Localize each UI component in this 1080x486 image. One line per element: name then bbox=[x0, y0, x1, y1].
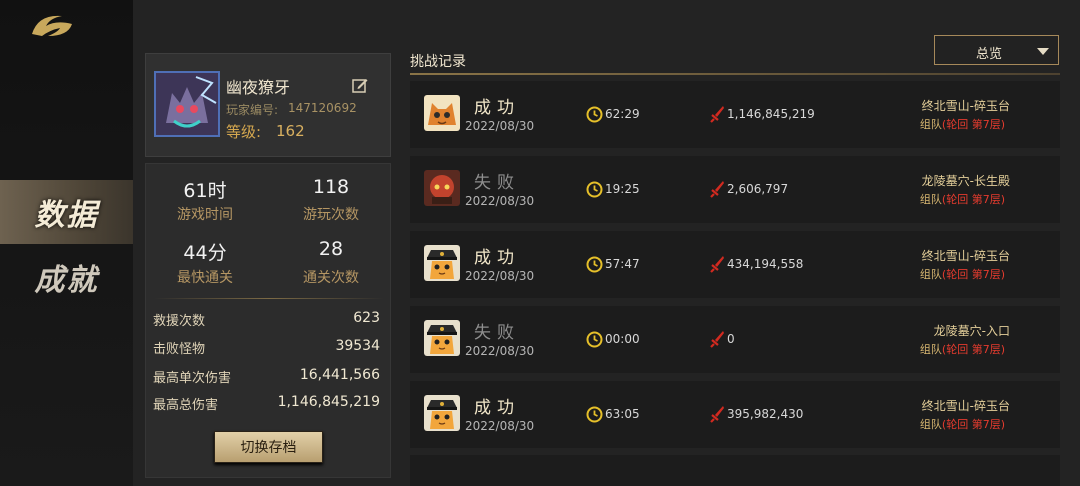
record-damage: 2,606,797 bbox=[727, 182, 789, 196]
player-level-value: 162 bbox=[276, 122, 305, 140]
record-team-mode: 组队(轮回 第7层) bbox=[919, 118, 1005, 131]
record-location: 龙陵墓穴-长生殿 bbox=[921, 174, 1010, 188]
record-damage: 395,982,430 bbox=[727, 407, 804, 421]
sidebar: 数据 成就 bbox=[0, 0, 133, 486]
play-time-value: 61时 bbox=[183, 180, 227, 202]
record-team-mode: 组队(轮回 第7层) bbox=[919, 343, 1005, 356]
record-date: 2022/08/30 bbox=[465, 269, 535, 283]
max-total-damage-value: 1,146,845,219 bbox=[277, 394, 380, 410]
chevron-down-icon bbox=[1037, 48, 1049, 55]
play-count-label: 游玩次数 bbox=[303, 207, 359, 223]
switch-save-button[interactable]: 切换存档 bbox=[214, 431, 323, 463]
sword-damage-icon bbox=[710, 256, 724, 273]
record-date: 2022/08/30 bbox=[465, 119, 535, 133]
record-duration: 63:05 bbox=[605, 407, 640, 421]
character-avatar bbox=[424, 320, 460, 356]
character-avatar bbox=[424, 95, 460, 131]
max-single-damage-label: 最高单次伤害 bbox=[153, 371, 232, 386]
player-avatar[interactable] bbox=[154, 71, 220, 137]
record-result: 成功 bbox=[474, 98, 520, 118]
profile-card: 幽夜獠牙 玩家编号: 147120692 等级: 162 bbox=[145, 53, 391, 157]
clock-icon bbox=[586, 256, 603, 273]
record-row[interactable]: 失败 2022/08/30 00:00 0 龙陵墓穴-入口 组队(轮回 第7层) bbox=[410, 306, 1060, 373]
sword-damage-icon bbox=[710, 406, 724, 423]
game-logo-icon bbox=[32, 15, 72, 36]
play-time-label: 游戏时间 bbox=[177, 207, 233, 223]
record-duration: 00:00 bbox=[605, 332, 640, 346]
clock-icon bbox=[586, 181, 603, 198]
play-count-value: 118 bbox=[312, 176, 350, 198]
record-team-mode: 组队(轮回 第7层) bbox=[919, 193, 1005, 206]
clock-icon bbox=[586, 106, 603, 123]
record-result: 成功 bbox=[474, 398, 520, 418]
nav-tab-data[interactable]: 数据 bbox=[0, 180, 133, 244]
record-date: 2022/08/30 bbox=[465, 419, 535, 433]
clear-count-value: 28 bbox=[318, 238, 344, 260]
max-total-damage-label: 最高总伤害 bbox=[153, 398, 219, 413]
record-result: 失败 bbox=[474, 323, 520, 343]
record-date: 2022/08/30 bbox=[465, 194, 535, 208]
sword-damage-icon bbox=[710, 331, 724, 348]
record-duration: 62:29 bbox=[605, 107, 640, 121]
record-location: 终北雪山-碎玉台 bbox=[921, 249, 1010, 263]
character-avatar bbox=[424, 170, 460, 206]
record-row-partial[interactable] bbox=[410, 455, 1060, 486]
records-filter-dropdown[interactable]: 总览 bbox=[934, 35, 1059, 65]
monsters-defeated-label: 击败怪物 bbox=[153, 342, 206, 357]
record-result: 失败 bbox=[474, 173, 520, 193]
character-avatar bbox=[424, 245, 460, 281]
clock-icon bbox=[586, 406, 603, 423]
record-location: 终北雪山-碎玉台 bbox=[921, 99, 1010, 113]
character-avatar bbox=[424, 395, 460, 431]
max-single-damage-value: 16,441,566 bbox=[299, 367, 380, 383]
record-row[interactable]: 成功 2022/08/30 63:05 395,982,430 终北雪山-碎玉台… bbox=[410, 381, 1060, 448]
player-id-value: 147120692 bbox=[288, 101, 357, 115]
fastest-clear-value: 44分 bbox=[183, 242, 227, 264]
nav-tab-achievements[interactable]: 成就 bbox=[0, 245, 133, 309]
record-damage: 434,194,558 bbox=[727, 257, 804, 271]
record-result: 成功 bbox=[474, 248, 520, 268]
record-location: 终北雪山-碎玉台 bbox=[921, 399, 1010, 413]
edit-icon[interactable] bbox=[352, 77, 368, 93]
record-row[interactable]: 成功 2022/08/30 57:47 434,194,558 终北雪山-碎玉台… bbox=[410, 231, 1060, 298]
record-duration: 57:47 bbox=[605, 257, 640, 271]
sword-damage-icon bbox=[710, 106, 724, 123]
stats-divider bbox=[154, 298, 384, 299]
records-divider bbox=[410, 73, 1060, 75]
record-damage: 1,146,845,219 bbox=[727, 107, 815, 121]
wolf-avatar-icon bbox=[156, 73, 218, 135]
rescue-count-label: 救援次数 bbox=[153, 314, 206, 329]
record-team-mode: 组队(轮回 第7层) bbox=[919, 418, 1005, 431]
monsters-defeated-value: 39534 bbox=[335, 338, 380, 354]
record-damage: 0 bbox=[727, 332, 735, 346]
filter-selected-label: 总览 bbox=[975, 47, 1002, 62]
player-level-label: 等级: bbox=[226, 123, 262, 141]
record-row[interactable]: 成功 2022/08/30 62:29 1,146,845,219 终北雪山-碎… bbox=[410, 81, 1060, 148]
record-duration: 19:25 bbox=[605, 182, 640, 196]
clear-count-label: 通关次数 bbox=[303, 270, 359, 286]
record-location: 龙陵墓穴-入口 bbox=[933, 324, 1010, 338]
record-team-mode: 组队(轮回 第7层) bbox=[919, 268, 1005, 281]
stats-panel: 61时 游戏时间 118 游玩次数 44分 最快通关 28 通关次数 救援次数 … bbox=[145, 163, 391, 478]
rescue-count-value: 623 bbox=[353, 310, 380, 326]
fastest-clear-label: 最快通关 bbox=[177, 270, 233, 286]
record-date: 2022/08/30 bbox=[465, 344, 535, 358]
player-id-label: 玩家编号: bbox=[226, 103, 279, 117]
records-title: 挑战记录 bbox=[410, 54, 466, 70]
sword-damage-icon bbox=[710, 181, 724, 198]
clock-icon bbox=[586, 331, 603, 348]
player-name: 幽夜獠牙 bbox=[226, 78, 291, 97]
record-row[interactable]: 失败 2022/08/30 19:25 2,606,797 龙陵墓穴-长生殿 组… bbox=[410, 156, 1060, 223]
